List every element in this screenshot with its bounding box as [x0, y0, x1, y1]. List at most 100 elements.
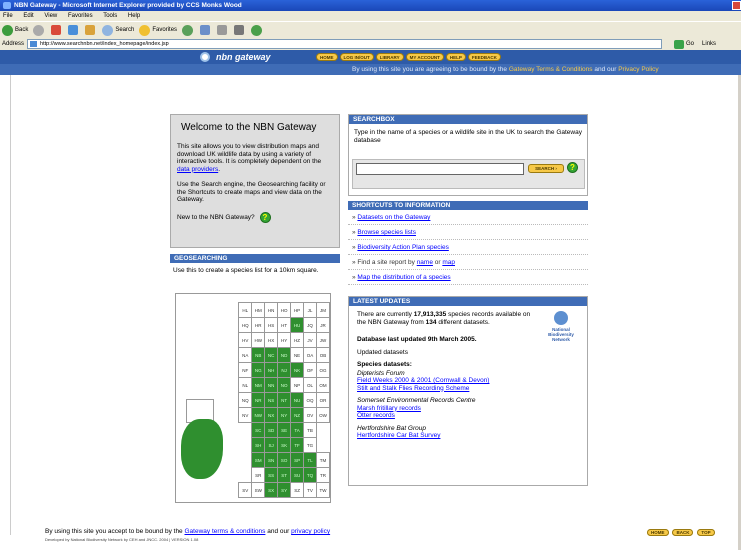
- footer-back-button[interactable]: BACK: [672, 529, 694, 536]
- links-label[interactable]: Links: [702, 41, 716, 47]
- grid-square-nr[interactable]: NR: [251, 392, 266, 408]
- grid-square-hn[interactable]: HN: [264, 302, 279, 318]
- grid-square-st[interactable]: ST: [277, 467, 292, 483]
- grid-square-sm[interactable]: SM: [251, 452, 266, 468]
- grid-square-of[interactable]: OF: [303, 362, 317, 378]
- grid-square-hs[interactable]: HS: [264, 317, 279, 333]
- grid-square-nj[interactable]: NJ: [277, 362, 292, 378]
- grid-square-ht[interactable]: HT: [277, 317, 292, 333]
- grid-square-ho[interactable]: HO: [277, 302, 292, 318]
- grid-square-ol[interactable]: OL: [303, 377, 317, 393]
- menu-favorites[interactable]: Favorites: [68, 13, 93, 19]
- grid-square-ne[interactable]: NE: [290, 347, 305, 363]
- shortcut-name-link[interactable]: name: [417, 259, 433, 266]
- shortcut-bap-link[interactable]: Biodiversity Action Plan species: [357, 244, 448, 251]
- nav-feedback[interactable]: FEEDBACK: [467, 53, 501, 61]
- grid-square-nz[interactable]: NZ: [290, 407, 305, 423]
- search-help-icon[interactable]: ?: [567, 162, 578, 173]
- grid-square-tq[interactable]: TQ: [303, 467, 317, 483]
- grid-square-nf[interactable]: NF: [238, 362, 253, 378]
- grid-square-nb[interactable]: NB: [251, 347, 266, 363]
- grid-square-sn[interactable]: SN: [264, 452, 279, 468]
- grid-square-nc[interactable]: NC: [264, 347, 279, 363]
- refresh-button[interactable]: [68, 25, 80, 35]
- grid-square-hr[interactable]: HR: [251, 317, 266, 333]
- shortcut-map-link[interactable]: map: [442, 259, 455, 266]
- menu-view[interactable]: View: [44, 13, 57, 19]
- grid-square-ov[interactable]: OV: [303, 407, 317, 423]
- history-button[interactable]: [182, 24, 195, 36]
- forward-button[interactable]: [33, 24, 46, 36]
- grid-square-tw[interactable]: TW: [316, 482, 330, 498]
- dataset-link[interactable]: Stilt and Stalk Flies Recording Scheme: [357, 385, 469, 392]
- grid-square-sj[interactable]: SJ: [264, 437, 279, 453]
- menu-help[interactable]: Help: [128, 13, 140, 19]
- edit-button[interactable]: [234, 25, 246, 35]
- search-button[interactable]: Search: [102, 24, 134, 36]
- grid-square-su[interactable]: SU: [290, 467, 305, 483]
- grid-square-oa[interactable]: OA: [303, 347, 317, 363]
- grid-square-sr[interactable]: SR: [251, 467, 266, 483]
- grid-square-nt[interactable]: NT: [277, 392, 292, 408]
- grid-square-hx[interactable]: HX: [264, 332, 279, 348]
- shortcut-distribution-link[interactable]: Map the distribution of a species: [357, 274, 450, 281]
- close-window-button[interactable]: [732, 1, 741, 10]
- stop-button[interactable]: [51, 25, 63, 35]
- grid-square-sd[interactable]: SD: [264, 422, 279, 438]
- grid-square-nd[interactable]: ND: [277, 347, 292, 363]
- nav-home[interactable]: HOME: [316, 53, 338, 61]
- grid-square-tr[interactable]: TR: [316, 467, 330, 483]
- nav-library[interactable]: LIBRARY: [375, 53, 404, 61]
- address-input[interactable]: http://www.searchnbn.net/index_homepage/…: [27, 39, 663, 49]
- grid-square-nw[interactable]: NW: [251, 407, 266, 423]
- back-button[interactable]: Back: [2, 24, 28, 36]
- grid-square-tg[interactable]: TG: [303, 437, 317, 453]
- footer-privacy-link[interactable]: privacy policy: [291, 528, 330, 535]
- grid-square-oq[interactable]: OQ: [303, 392, 317, 408]
- dataset-link[interactable]: Marsh fritillary records: [357, 405, 421, 412]
- grid-square-hm[interactable]: HM: [251, 302, 266, 318]
- grid-square-na[interactable]: NA: [238, 347, 253, 363]
- grid-square-sy[interactable]: SY: [277, 482, 292, 498]
- grid-square-hl[interactable]: HL: [238, 302, 253, 318]
- grid-square-tl[interactable]: TL: [303, 452, 317, 468]
- menu-edit[interactable]: Edit: [23, 13, 33, 19]
- grid-square-tv[interactable]: TV: [303, 482, 317, 498]
- data-providers-link[interactable]: data providers: [177, 166, 218, 173]
- go-button[interactable]: Go: [674, 39, 694, 49]
- grid-square-nx[interactable]: NX: [264, 407, 279, 423]
- grid-square-tf[interactable]: TF: [290, 437, 305, 453]
- dataset-link[interactable]: Field Weeks 2000 & 2001 (Cornwall & Devo…: [357, 377, 489, 384]
- grid-square-sz[interactable]: SZ: [290, 482, 305, 498]
- mail-button[interactable]: [200, 25, 212, 35]
- nav-help[interactable]: HELP: [445, 53, 466, 61]
- grid-square-jm[interactable]: JM: [316, 302, 330, 318]
- footer-top-button[interactable]: TOP: [697, 529, 715, 536]
- species-search-input[interactable]: [356, 163, 524, 175]
- help-question-icon[interactable]: ?: [259, 211, 271, 223]
- grid-square-om[interactable]: OM: [316, 377, 330, 393]
- grid-square-ss[interactable]: SS: [264, 467, 279, 483]
- grid-square-ng[interactable]: NG: [251, 362, 266, 378]
- print-button[interactable]: [217, 25, 229, 35]
- grid-square-ob[interactable]: OB: [316, 347, 330, 363]
- terms-link[interactable]: Gateway Terms & Conditions: [509, 66, 593, 73]
- search-submit-button[interactable]: SEARCH ›: [528, 164, 564, 173]
- grid-square-jl[interactable]: JL: [303, 302, 317, 318]
- grid-square-nn[interactable]: NN: [264, 377, 279, 393]
- grid-square-ny[interactable]: NY: [277, 407, 292, 423]
- grid-square-nl[interactable]: NL: [238, 377, 253, 393]
- grid-square-hu[interactable]: HU: [290, 317, 305, 333]
- footer-terms-link[interactable]: Gateway terms & conditions: [184, 528, 265, 535]
- grid-square-ta[interactable]: TA: [290, 422, 305, 438]
- shortcut-datasets-link[interactable]: Datasets on the Gateway: [357, 214, 430, 221]
- grid-square-hz[interactable]: HZ: [290, 332, 305, 348]
- home-button[interactable]: [85, 25, 97, 35]
- grid-square-so[interactable]: SO: [277, 452, 292, 468]
- grid-square-sw[interactable]: SW: [251, 482, 266, 498]
- grid-square-jv[interactable]: JV: [303, 332, 317, 348]
- grid-square-nh[interactable]: NH: [264, 362, 279, 378]
- grid-square-sx[interactable]: SX: [264, 482, 279, 498]
- grid-square-or[interactable]: OR: [316, 392, 330, 408]
- grid-square-tm[interactable]: TM: [316, 452, 330, 468]
